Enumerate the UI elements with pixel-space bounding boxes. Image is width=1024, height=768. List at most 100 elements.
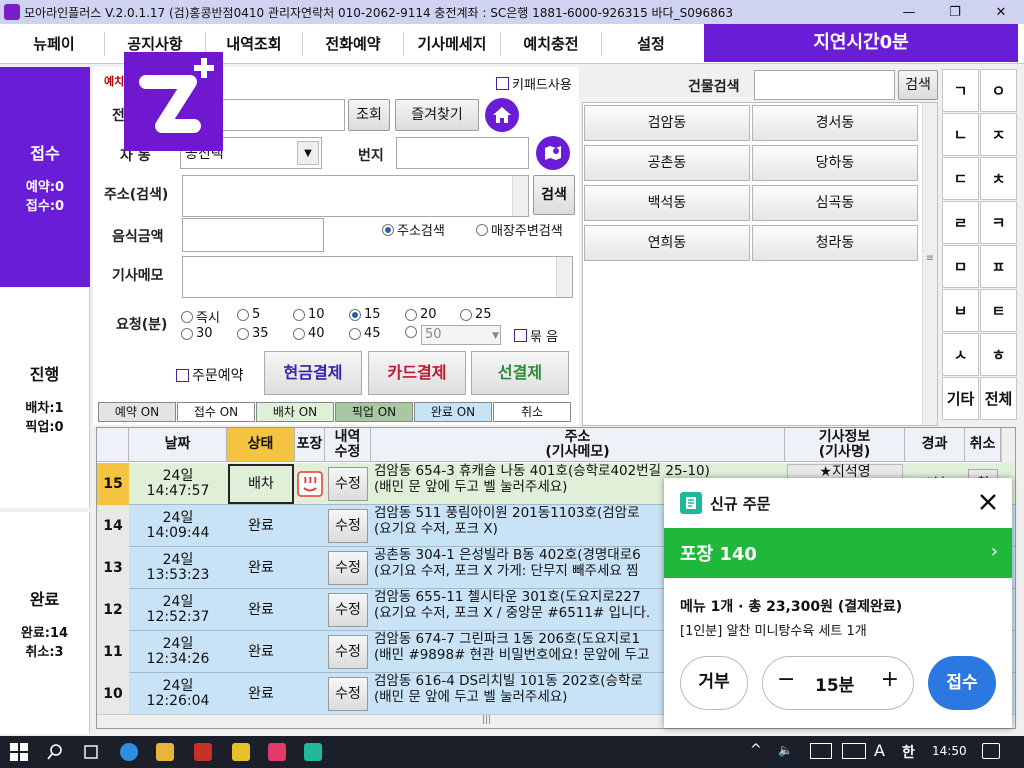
building-search-button[interactable]: 검색 — [898, 70, 938, 100]
chevron-right-icon[interactable]: › — [991, 541, 998, 562]
folder-icon[interactable] — [156, 743, 174, 761]
request-option[interactable]: 즉시 — [181, 307, 220, 326]
memo-scrollbar[interactable] — [556, 257, 572, 297]
keypad-key[interactable]: ㅌ — [980, 289, 1017, 332]
row-status[interactable]: 완료 — [227, 631, 295, 673]
keypad-key[interactable]: 기타 — [942, 377, 979, 420]
clock[interactable]: 14:50 — [932, 744, 967, 758]
request-option[interactable]: 20 — [405, 307, 437, 322]
keypad-key[interactable]: ㄷ — [942, 157, 979, 200]
driver-memo-input[interactable] — [182, 256, 573, 298]
preorder-checkbox[interactable]: 주문예약 — [176, 365, 244, 385]
table-header-edit[interactable]: 내역 수정 — [325, 428, 371, 462]
plus-button[interactable]: + — [881, 667, 899, 692]
edit-button[interactable]: 수정 — [328, 593, 368, 627]
app-icon[interactable] — [268, 743, 286, 761]
favorites-button[interactable]: 즐겨찾기 — [395, 99, 479, 131]
table-header-date[interactable]: 날짜 — [129, 428, 227, 462]
dong-button[interactable]: 검암동 — [584, 105, 750, 141]
menu-phone-reservation[interactable]: 전화예약 — [303, 24, 403, 64]
card-payment-button[interactable]: 카드결제 — [368, 351, 466, 395]
keypad-key[interactable]: ㄴ — [942, 113, 979, 156]
accept-button[interactable]: 접수 — [928, 656, 996, 710]
reserve-on-toggle[interactable]: 예약 ON — [98, 402, 176, 422]
request-custom-option[interactable] — [405, 326, 417, 338]
volume-icon[interactable]: 🔈 — [778, 743, 793, 757]
notification-icon[interactable] — [982, 743, 1000, 759]
row-edit[interactable]: 수정 — [325, 547, 371, 589]
restore-button[interactable]: ❐ — [932, 0, 978, 24]
keypad-key[interactable]: ㄱ — [942, 69, 979, 112]
time-stepper[interactable]: − 15분 + — [762, 656, 914, 710]
radio-address-search[interactable]: 주소검색 — [382, 220, 445, 239]
table-header-address[interactable]: 주소 (기사메모) — [371, 428, 785, 462]
ime-indicator[interactable]: 한 — [902, 742, 915, 762]
keypad-key[interactable]: ㅅ — [942, 333, 979, 376]
edit-button[interactable]: 수정 — [328, 635, 368, 669]
map-pin-icon[interactable] — [536, 136, 570, 170]
request-option[interactable]: 30 — [181, 326, 213, 341]
home-icon[interactable] — [485, 98, 519, 132]
keypad-key[interactable]: ㄹ — [942, 201, 979, 244]
delay-time-banner[interactable]: 지연시간0분 — [704, 24, 1018, 62]
bunji-input[interactable] — [396, 137, 529, 169]
address-search-button[interactable]: 검색 — [533, 175, 575, 215]
prepaid-payment-button[interactable]: 선결제 — [471, 351, 569, 395]
address-input[interactable] — [182, 175, 529, 217]
food-amount-input[interactable] — [182, 218, 324, 252]
dong-button[interactable]: 공촌동 — [584, 145, 750, 181]
keypad-key[interactable]: ㅎ — [980, 333, 1017, 376]
accept-on-toggle[interactable]: 접수 ON — [177, 402, 255, 422]
row-status[interactable]: 완료 — [227, 589, 295, 631]
progress-panel[interactable]: 진행 배차:1 픽업:0 — [0, 288, 90, 508]
keypad-key[interactable]: ㅊ — [980, 157, 1017, 200]
request-option[interactable]: 35 — [237, 326, 269, 341]
row-edit[interactable]: 수정 — [325, 463, 371, 505]
lookup-button[interactable]: 조회 — [348, 99, 390, 131]
task-view-icon[interactable] — [82, 743, 100, 761]
menu-deposit-charge[interactable]: 예치충전 — [501, 24, 601, 64]
dong-button[interactable]: 백석동 — [584, 185, 750, 221]
building-search-input[interactable] — [754, 70, 895, 100]
browser-icon[interactable] — [120, 743, 138, 761]
network-icon[interactable] — [810, 743, 832, 759]
request-option[interactable]: 15 — [349, 307, 381, 322]
table-header-cancel[interactable]: 취소 — [965, 428, 1001, 462]
edit-button[interactable]: 수정 — [328, 509, 368, 543]
menu-settings[interactable]: 설정 — [602, 24, 700, 64]
row-edit[interactable]: 수정 — [325, 631, 371, 673]
keypad-key[interactable]: ㅁ — [942, 245, 979, 288]
table-header-status[interactable]: 상태 — [227, 428, 295, 462]
chevron-down-icon[interactable]: ▼ — [297, 141, 319, 165]
edit-button[interactable]: 수정 — [328, 467, 368, 501]
row-status[interactable]: 완료 — [227, 673, 295, 715]
radio-store-search[interactable]: 매장주변검색 — [476, 220, 563, 239]
row-edit[interactable]: 수정 — [325, 673, 371, 715]
minus-button[interactable]: − — [777, 667, 795, 692]
menu-driver-message[interactable]: 기사메세지 — [404, 24, 500, 64]
cash-payment-button[interactable]: 현금결제 — [264, 351, 362, 395]
keypad-key[interactable]: ㅈ — [980, 113, 1017, 156]
keypad-key[interactable]: ㅍ — [980, 245, 1017, 288]
keyboard-icon[interactable] — [842, 743, 866, 759]
keypad-key[interactable]: 전체 — [980, 377, 1017, 420]
app-icon[interactable] — [232, 743, 250, 761]
row-status[interactable]: 완료 — [227, 505, 295, 547]
row-edit[interactable]: 수정 — [325, 589, 371, 631]
order-banner[interactable]: 포장 140 › — [664, 528, 1012, 578]
request-option[interactable]: 40 — [293, 326, 325, 341]
table-header-driver[interactable]: 기사정보 (기사명) — [785, 428, 905, 462]
complete-on-toggle[interactable]: 완료 ON — [414, 402, 492, 422]
request-option[interactable]: 25 — [460, 307, 492, 322]
row-status[interactable]: 완료 — [227, 547, 295, 589]
keypad-key[interactable]: ㅂ — [942, 289, 979, 332]
request-custom-select[interactable]: 50 ▼ — [421, 325, 501, 345]
cancel-toggle[interactable]: 취소 — [493, 402, 571, 422]
request-option[interactable]: 10 — [293, 307, 325, 322]
app-icon[interactable] — [194, 743, 212, 761]
done-panel[interactable]: 완료 완료:14 취소:3 — [0, 512, 90, 734]
dispatch-on-toggle[interactable]: 배차 ON — [256, 402, 334, 422]
dong-button[interactable]: 심곡동 — [752, 185, 918, 221]
search-icon[interactable] — [46, 743, 64, 761]
minimize-button[interactable]: — — [886, 0, 932, 24]
